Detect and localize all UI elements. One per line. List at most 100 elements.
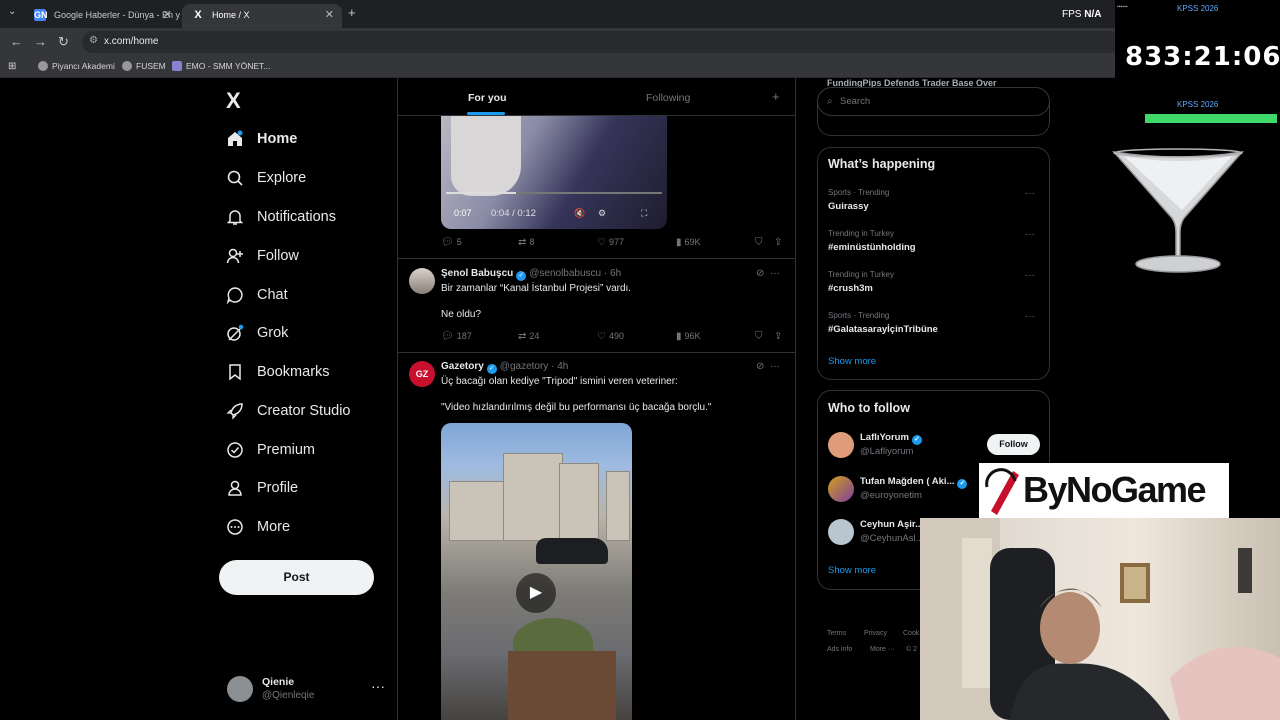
- share-button[interactable]: ⇪: [774, 331, 785, 342]
- close-tab-icon[interactable]: ✕: [163, 8, 172, 21]
- tweet-text: "Video hızlandırılmış değil bu performan…: [441, 402, 712, 413]
- like-button[interactable]: ♡ 490: [597, 331, 624, 342]
- author-handle[interactable]: @senolbabuscu: [529, 268, 601, 279]
- avatar[interactable]: [828, 519, 854, 545]
- footer-more[interactable]: More ···: [870, 646, 895, 653]
- suggested-user-name[interactable]: Tufan Mağden ( Aki... ✓: [860, 476, 968, 489]
- tweet-text: Bir zamanlar “Kanal İstanbul Projesi” va…: [441, 283, 632, 294]
- bookmark-fusem[interactable]: FUSEM: [122, 61, 166, 71]
- repost-button[interactable]: ⇄ 24: [518, 331, 539, 342]
- sidebar-item-creator-studio[interactable]: Creator Studio: [226, 399, 351, 423]
- back-icon[interactable]: ←: [10, 34, 23, 49]
- tab-google-news[interactable]: GN Google Haberler - Dünya - En y ✕: [24, 4, 180, 28]
- sidebar-item-follow[interactable]: Follow: [226, 244, 299, 268]
- tweet-text: Üç bacağı olan kediye "Tripod" ismini ve…: [441, 376, 678, 387]
- bookmark-button[interactable]: ⛉: [755, 237, 766, 248]
- reply-button[interactable]: 💬︎ 5: [441, 237, 462, 248]
- play-icon[interactable]: ▶: [516, 573, 556, 613]
- bookmark-button[interactable]: ⛉: [755, 331, 766, 342]
- avatar[interactable]: [828, 476, 854, 502]
- url-field[interactable]: ⚙ x.com/home: [82, 31, 1122, 53]
- sidebar-item-chat[interactable]: Chat: [226, 283, 288, 307]
- video-progress-bar[interactable]: [446, 192, 662, 194]
- avatar[interactable]: GZ: [409, 361, 435, 387]
- add-tab-icon[interactable]: +: [772, 89, 780, 104]
- settings-icon[interactable]: ⚙: [598, 208, 606, 219]
- sidebar-item-home[interactable]: Home: [226, 127, 297, 151]
- author-name[interactable]: Şenol Babuşcu: [441, 268, 513, 279]
- sidebar-item-bookmarks[interactable]: Bookmarks: [226, 360, 330, 384]
- footer-cookies[interactable]: Cook: [903, 630, 919, 637]
- tweet-more[interactable]: ⊘ ···: [756, 268, 780, 279]
- show-more-link[interactable]: Show more: [828, 565, 876, 576]
- more-dots-icon[interactable]: ···: [770, 268, 780, 279]
- more-dots-icon[interactable]: ···: [1025, 270, 1035, 281]
- trend-item[interactable]: #eminüstünholding: [828, 242, 916, 253]
- tweet-time[interactable]: 4h: [557, 361, 568, 372]
- reload-icon[interactable]: ↻: [58, 34, 69, 50]
- video-player[interactable]: ▶: [441, 423, 632, 720]
- more-dots-icon[interactable]: ···: [1025, 229, 1035, 240]
- suggested-user-name[interactable]: Ceyhun Aşir...: [860, 519, 923, 530]
- suggested-user-name[interactable]: LaflıYorum ✓: [860, 432, 922, 445]
- brand-text: ByNoGame: [1023, 469, 1207, 510]
- tweet-time[interactable]: 6h: [610, 268, 621, 279]
- like-button[interactable]: ♡ 977: [597, 237, 624, 248]
- sidebar-item-profile[interactable]: Profile: [226, 476, 298, 500]
- google-news-favicon-icon: GN: [34, 9, 48, 21]
- timer-label-top: KPSS 2026: [1177, 4, 1219, 13]
- show-more-link[interactable]: Show more: [828, 356, 876, 367]
- follow-button[interactable]: Follow: [987, 434, 1040, 455]
- author-name[interactable]: Gazetory: [441, 361, 484, 372]
- more-circle-icon: [226, 518, 244, 536]
- reply-button[interactable]: 💬︎ 187: [441, 331, 472, 342]
- verified-badge-icon: ✓: [516, 271, 527, 281]
- tab-search-icon[interactable]: ⌄: [8, 6, 16, 17]
- search-input[interactable]: ⌕ Search: [817, 87, 1050, 116]
- video-time: 0:04 / 0:12: [491, 208, 536, 219]
- sidebar-item-grok[interactable]: Grok: [226, 321, 288, 345]
- x-logo[interactable]: X: [226, 88, 241, 114]
- apps-icon[interactable]: ⊞: [8, 61, 16, 72]
- sidebar-item-notifications[interactable]: Notifications: [226, 205, 336, 229]
- footer-ads-info[interactable]: Ads info: [827, 646, 852, 653]
- forward-icon[interactable]: →: [34, 34, 47, 49]
- avatar[interactable]: [409, 268, 435, 294]
- sidebar-item-label: Creator Studio: [257, 403, 351, 419]
- tab-for-you[interactable]: For you: [468, 92, 507, 104]
- post-button[interactable]: Post: [219, 560, 374, 595]
- trend-item[interactable]: #GalatasarayİçinTribüne: [828, 324, 938, 335]
- footer-privacy[interactable]: Privacy: [864, 630, 887, 637]
- tab-x-home[interactable]: X Home / X ✕: [182, 4, 342, 28]
- more-dots-icon[interactable]: ···: [1025, 188, 1035, 199]
- repost-button[interactable]: ⇄ 8: [518, 237, 534, 248]
- avatar[interactable]: [828, 432, 854, 458]
- trend-item[interactable]: Guirassy: [828, 201, 869, 212]
- views-button[interactable]: ▮ 69K: [676, 237, 701, 248]
- close-tab-icon[interactable]: ✕: [325, 8, 334, 21]
- sidebar-item-explore[interactable]: Explore: [226, 166, 306, 190]
- bookmark-emo[interactable]: EMO - SMM YÖNET...: [172, 61, 270, 71]
- fullscreen-icon[interactable]: ⛶: [641, 208, 647, 219]
- views-button[interactable]: ▮ 96K: [676, 331, 701, 342]
- tab-following[interactable]: Following: [646, 92, 690, 104]
- address-bar-row: ← → ↻ ⚙ x.com/home: [0, 28, 1280, 56]
- trend-item[interactable]: #crush3m: [828, 283, 873, 294]
- video-player[interactable]: 0:07 0:04 / 0:12 🔇 ⚙ ⛶: [441, 116, 667, 229]
- grok-icon[interactable]: ⊘: [756, 268, 764, 279]
- more-dots-icon[interactable]: ···: [371, 678, 385, 694]
- footer-terms[interactable]: Terms: [827, 630, 846, 637]
- grok-icon[interactable]: ⊘: [756, 361, 764, 372]
- mute-icon[interactable]: 🔇: [574, 208, 585, 219]
- sidebar-item-more[interactable]: More: [226, 515, 290, 539]
- site-settings-icon[interactable]: ⚙: [89, 35, 98, 46]
- bookmark-piyanci[interactable]: Piyancı Akademi: [38, 61, 115, 71]
- bookmark-icon: ⛉: [755, 331, 763, 342]
- new-tab-icon[interactable]: +: [348, 5, 356, 20]
- sidebar-item-premium[interactable]: Premium: [226, 438, 315, 462]
- tweet-more[interactable]: ⊘ ···: [756, 361, 780, 372]
- share-button[interactable]: ⇪: [774, 237, 785, 248]
- more-dots-icon[interactable]: ···: [1025, 311, 1035, 322]
- author-handle[interactable]: @gazetory: [500, 361, 549, 372]
- more-dots-icon[interactable]: ···: [770, 361, 780, 372]
